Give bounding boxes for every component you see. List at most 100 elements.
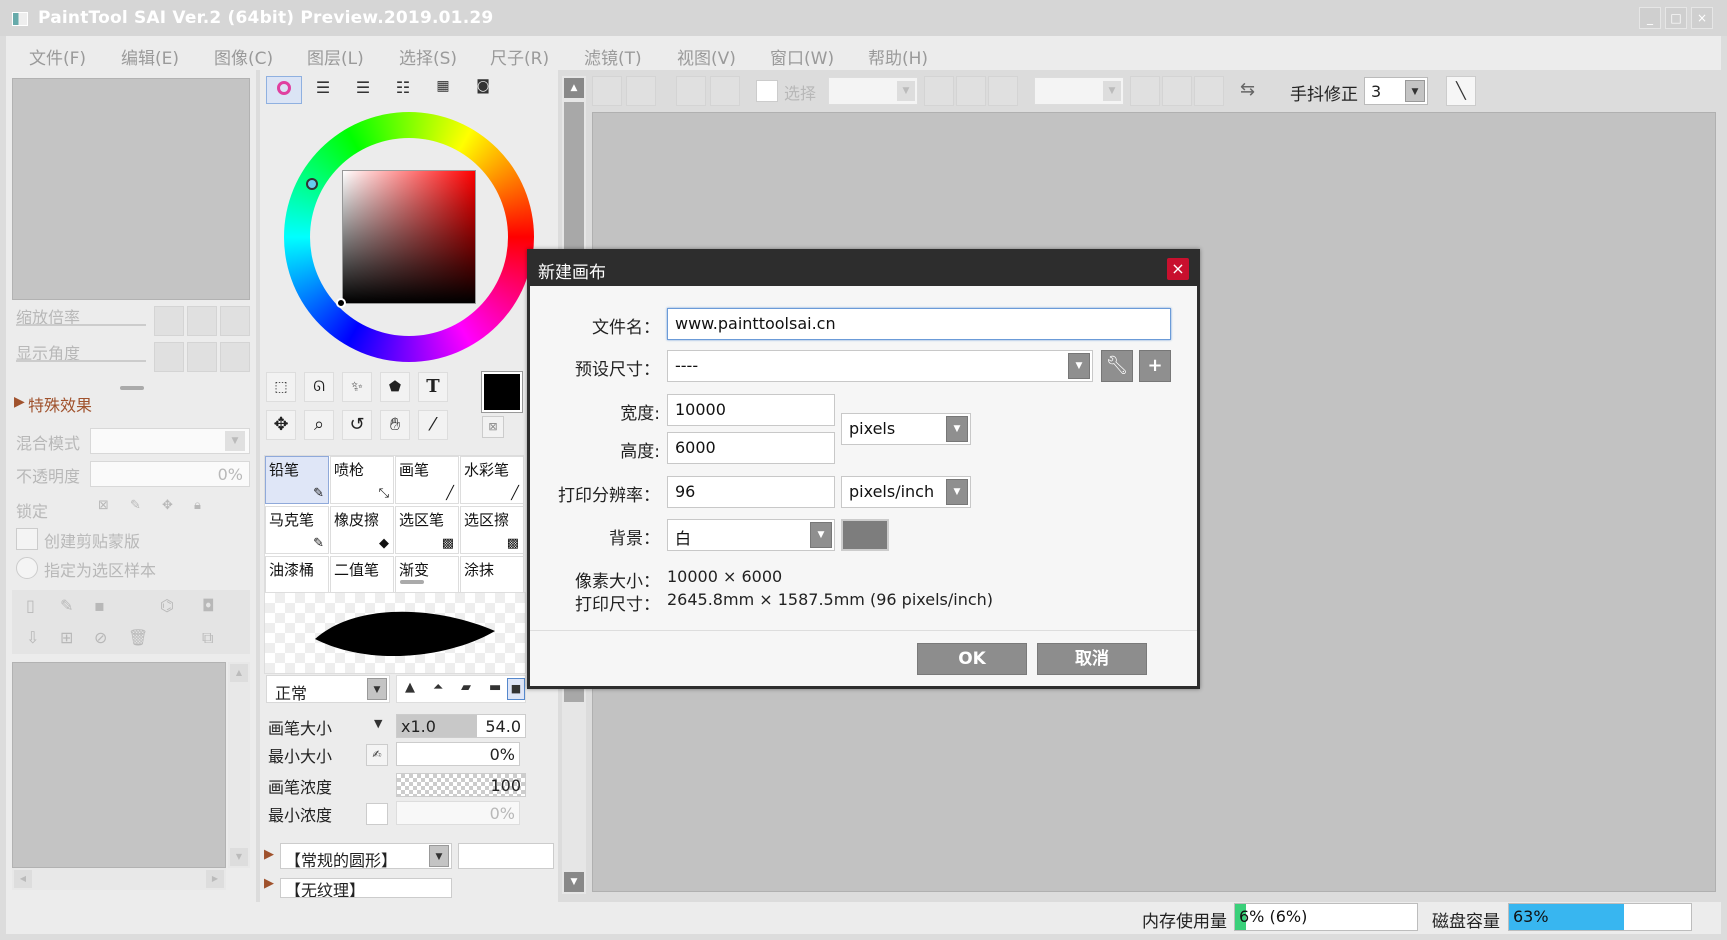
rotate-right-button[interactable] xyxy=(220,342,250,372)
transparent-color-icon[interactable]: ⊠ xyxy=(482,416,504,438)
shape-4-icon[interactable]: ▬ xyxy=(489,680,501,695)
hsv-slider-tab[interactable]: ☰ xyxy=(346,78,380,104)
scroll-down-icon[interactable]: ▼ xyxy=(230,848,248,866)
menu-file[interactable]: 文件(F) xyxy=(29,44,86,69)
size-dropdown-icon[interactable]: ▼ xyxy=(374,717,382,730)
layer-hscrollbar[interactable]: ◀ ▶ xyxy=(12,868,226,890)
shape-5-icon[interactable]: ■ xyxy=(507,678,525,700)
wrench-icon[interactable]: 🔧︎ xyxy=(1101,350,1133,382)
shape-3-icon[interactable]: ▰ xyxy=(461,680,471,695)
hue-ring[interactable] xyxy=(284,112,534,362)
scroll-down-icon[interactable]: ▼ xyxy=(564,872,584,892)
scratchpad-tab[interactable]: ◙ xyxy=(466,78,500,104)
brush-gradient[interactable]: 渐变 xyxy=(395,556,459,594)
brush-blur[interactable]: 涂抹 xyxy=(460,556,523,594)
brush-brush[interactable]: 画笔 ╱ xyxy=(395,456,459,504)
text-tool-icon[interactable]: T xyxy=(418,372,448,402)
clear-layer-icon[interactable]: ⌬ xyxy=(160,596,174,615)
opacity-field[interactable]: 0% xyxy=(90,461,250,487)
swatch-tab[interactable]: ▦ xyxy=(426,78,460,104)
zoom-icon[interactable]: ⌕ xyxy=(304,410,334,440)
menu-layer[interactable]: 图层(L) xyxy=(307,44,364,69)
menu-filter[interactable]: 滤镜(T) xyxy=(584,44,642,69)
scroll-right-icon[interactable]: ▶ xyxy=(206,870,224,888)
rotate-icon[interactable]: ↺ xyxy=(342,410,372,440)
brush-select-eraser[interactable]: 选区擦 ▩ xyxy=(460,506,523,554)
shape-1-icon[interactable]: ▲ xyxy=(405,680,415,695)
brush-size-slider[interactable]: x1.0 54.0 xyxy=(396,714,526,738)
resolution-unit-dropdown[interactable]: pixels/inch ▼ xyxy=(841,476,971,508)
panel-splitter[interactable] xyxy=(120,386,144,390)
lasso-icon[interactable]: ᘏ xyxy=(304,372,334,402)
brush-watercolor[interactable]: 水彩笔 ╱ xyxy=(460,456,523,504)
rotate-cw-button[interactable] xyxy=(1194,76,1224,106)
color-wheel-tab[interactable] xyxy=(266,76,302,104)
lock-paint-icon[interactable]: ✎ xyxy=(130,498,141,513)
zoom-fit-button[interactable] xyxy=(988,76,1018,106)
zoom-in-toolbar-button[interactable] xyxy=(956,76,986,106)
zoom-out-button[interactable] xyxy=(154,306,184,336)
pressure-icon[interactable]: ✍︎ xyxy=(366,744,388,766)
background-dropdown[interactable]: 白 ▼ xyxy=(667,519,835,551)
eyedropper-icon[interactable]: ⁄ xyxy=(418,410,448,440)
navigator-preview[interactable] xyxy=(12,78,250,300)
brush-select-pen[interactable]: 选区笔 ▩ xyxy=(395,506,459,554)
layer-mask-icon[interactable]: ▪ xyxy=(94,596,105,615)
palette-tab[interactable]: ☷ xyxy=(386,78,420,104)
rect-select-icon[interactable]: ⬚ xyxy=(266,372,296,402)
shape-strength-field[interactable] xyxy=(458,843,554,869)
scroll-up-icon[interactable]: ▲ xyxy=(564,78,584,98)
menu-help[interactable]: 帮助(H) xyxy=(868,44,928,69)
min-density-checkbox[interactable] xyxy=(366,803,388,825)
angle-slider[interactable] xyxy=(16,360,146,362)
sample-checkbox[interactable] xyxy=(16,557,38,579)
menu-image[interactable]: 图像(C) xyxy=(214,44,273,69)
zoom-level-select[interactable]: ▼ xyxy=(828,77,918,105)
brush-shape-dropdown[interactable]: 【常规的圆形】 ▼ xyxy=(280,843,452,870)
clip-checkbox[interactable] xyxy=(16,528,38,550)
cancel-button[interactable]: 取消 xyxy=(1037,643,1147,675)
straight-line-icon[interactable]: ╲ xyxy=(1446,76,1476,106)
menu-edit[interactable]: 编辑(E) xyxy=(121,44,179,69)
layer-group-icon[interactable]: ⧉ xyxy=(202,628,213,648)
menu-view[interactable]: 视图(V) xyxy=(677,44,736,69)
rotate-reset-toolbar-button[interactable] xyxy=(1162,76,1192,106)
hand-icon[interactable]: ✋︎ xyxy=(380,410,410,440)
brush-bucket[interactable]: 油漆桶 xyxy=(265,556,329,594)
expand-arrow-icon[interactable]: ▶ xyxy=(264,847,274,862)
brush-marker[interactable]: 马克笔 ✎ xyxy=(265,506,329,554)
unit-dropdown[interactable]: pixels ▼ xyxy=(841,413,971,445)
hue-handle[interactable] xyxy=(306,178,318,190)
shape-2-icon[interactable]: ⏶ xyxy=(433,680,443,695)
redo-button[interactable] xyxy=(626,76,656,106)
blend-mode-select[interactable]: ▼ xyxy=(90,428,250,454)
stabilizer-select[interactable]: 3 ▼ xyxy=(1364,77,1428,105)
panel-splitter[interactable] xyxy=(400,580,424,584)
min-density-slider[interactable]: 0% xyxy=(396,801,520,825)
texture-dropdown[interactable]: 【无纹理】 xyxy=(280,878,452,898)
rotate-reset-button[interactable] xyxy=(187,342,217,372)
lock-all-icon[interactable]: 🔒︎ xyxy=(194,498,201,513)
brush-shape-selector[interactable]: ▲ ⏶ ▰ ▬ ■ xyxy=(396,675,526,703)
maximize-button[interactable]: □ xyxy=(1665,7,1687,29)
trash-icon[interactable]: 🗑︎ xyxy=(128,628,148,647)
zoom-slider[interactable] xyxy=(16,324,146,326)
flip-horizontal-icon[interactable]: ⇆ xyxy=(1240,79,1255,100)
blend-mode-dropdown[interactable]: 正常 ▼ xyxy=(266,675,390,703)
layer-list[interactable] xyxy=(12,662,226,868)
foreground-color-swatch[interactable] xyxy=(481,371,523,413)
layer-scrollbar[interactable]: ▲ ▼ xyxy=(228,662,250,868)
height-input[interactable]: 6000 xyxy=(667,432,835,464)
rgb-slider-tab[interactable]: ☰ xyxy=(306,78,340,104)
invert-select-button[interactable] xyxy=(710,76,740,106)
menu-ruler[interactable]: 尺子(R) xyxy=(490,44,549,69)
zoom-reset-button[interactable] xyxy=(220,306,250,336)
rotation-select[interactable]: ▼ xyxy=(1034,77,1124,105)
zoom-in-button[interactable] xyxy=(187,306,217,336)
deselect-button[interactable] xyxy=(676,76,706,106)
zoom-out-toolbar-button[interactable] xyxy=(924,76,954,106)
ok-button[interactable]: OK xyxy=(917,643,1027,675)
brush-pencil[interactable]: 铅笔 ✎ xyxy=(265,456,329,504)
add-preset-icon[interactable]: + xyxy=(1139,350,1171,382)
filename-input[interactable]: www.painttoolsai.cn xyxy=(667,308,1171,340)
